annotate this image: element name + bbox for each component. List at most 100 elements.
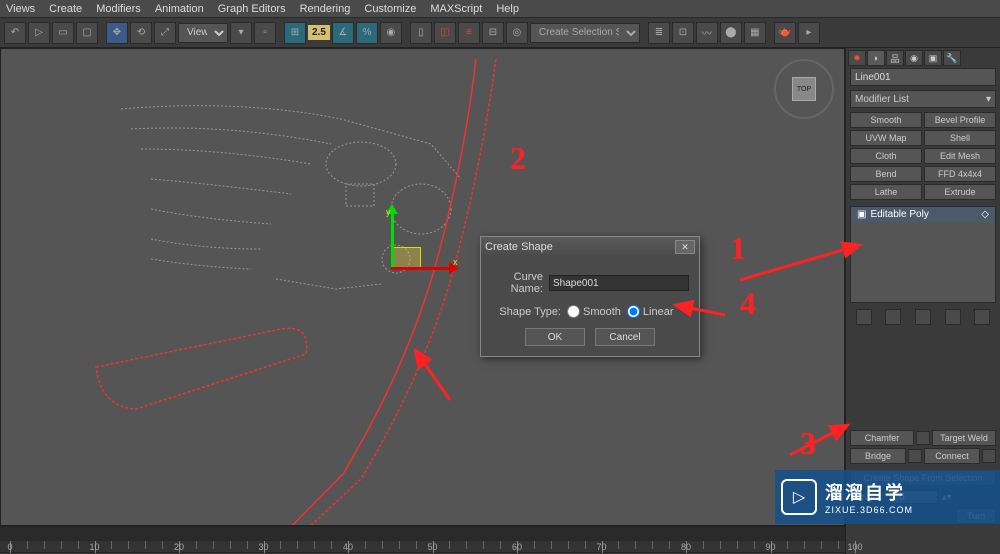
- make-unique-icon[interactable]: [915, 309, 931, 325]
- menu-customize[interactable]: Customize: [364, 3, 416, 15]
- curve-editor-icon[interactable]: 〰: [696, 22, 718, 44]
- material-editor-icon[interactable]: ⬤: [720, 22, 742, 44]
- angle-snap-icon[interactable]: ∡: [332, 22, 354, 44]
- pivot-icon[interactable]: ▾: [230, 22, 252, 44]
- mod-edit-mesh-button[interactable]: Edit Mesh: [924, 148, 996, 164]
- modify-tab-icon[interactable]: ◗: [867, 50, 885, 66]
- chamfer-button[interactable]: Chamfer: [850, 430, 914, 446]
- curve-name-label: Curve Name:: [491, 271, 543, 295]
- watermark-title: 溜溜自学: [825, 479, 913, 505]
- snapshot-icon[interactable]: ◎: [506, 22, 528, 44]
- show-end-result-icon[interactable]: [885, 309, 901, 325]
- select-icon[interactable]: ▷: [28, 22, 50, 44]
- move-icon[interactable]: ✥: [106, 22, 128, 44]
- menu-help[interactable]: Help: [496, 3, 519, 15]
- tick-label: 80: [681, 542, 691, 552]
- align-icon[interactable]: ≡: [458, 22, 480, 44]
- menu-graph-editors[interactable]: Graph Editors: [218, 3, 286, 15]
- viewcube[interactable]: TOP: [774, 59, 834, 119]
- motion-tab-icon[interactable]: ◉: [905, 50, 923, 66]
- mod-extrude-button[interactable]: Extrude: [924, 184, 996, 200]
- layers-icon[interactable]: ≣: [648, 22, 670, 44]
- menu-modifiers[interactable]: Modifiers: [96, 3, 141, 15]
- scale-icon[interactable]: ⤢: [154, 22, 176, 44]
- menu-maxscript[interactable]: MAXScript: [430, 3, 482, 15]
- shape-type-label: Shape Type:: [491, 306, 561, 318]
- schematic-icon[interactable]: ⊡: [672, 22, 694, 44]
- bridge-settings-icon[interactable]: [908, 449, 922, 463]
- ok-button[interactable]: OK: [525, 328, 585, 346]
- rotate-icon[interactable]: ⟲: [130, 22, 152, 44]
- quick-render-icon[interactable]: ▸: [798, 22, 820, 44]
- selection-set-dropdown[interactable]: Create Selection Se: [530, 23, 640, 43]
- tick-label: 10: [89, 542, 99, 552]
- modifier-buttons: Smooth Bevel Profile UVW Map Shell Cloth…: [846, 110, 1000, 202]
- target-weld-button[interactable]: Target Weld: [932, 430, 996, 446]
- mod-cloth-button[interactable]: Cloth: [850, 148, 922, 164]
- configure-sets-icon[interactable]: [974, 309, 990, 325]
- undo-icon[interactable]: ↶: [4, 22, 26, 44]
- bridge-button[interactable]: Bridge: [850, 448, 906, 464]
- stack-editable-poly[interactable]: ▣ Editable Poly ◇: [851, 207, 995, 222]
- create-tab-icon[interactable]: ✸: [848, 50, 866, 66]
- percent-snap-icon[interactable]: %: [356, 22, 378, 44]
- snap-icon[interactable]: ⊞: [284, 22, 306, 44]
- utilities-tab-icon[interactable]: 🔧: [943, 50, 961, 66]
- watermark: ▷ 溜溜自学 ZIXUE.3D66.COM: [775, 470, 1000, 524]
- mod-bend-button[interactable]: Bend: [850, 166, 922, 182]
- mod-shell-button[interactable]: Shell: [924, 130, 996, 146]
- stack-toolbar: [846, 307, 1000, 327]
- stack-body[interactable]: [851, 222, 995, 302]
- mod-ffd-button[interactable]: FFD 4x4x4: [924, 166, 996, 182]
- linear-radio-label: Linear: [643, 306, 674, 318]
- coord-system-dropdown[interactable]: View: [178, 23, 228, 43]
- tick-label: 30: [258, 542, 268, 552]
- gizmo-y-axis[interactable]: [391, 209, 394, 269]
- mod-uvw-map-button[interactable]: UVW Map: [850, 130, 922, 146]
- remove-modifier-icon[interactable]: [945, 309, 961, 325]
- dialog-title: Create Shape: [485, 241, 553, 253]
- connect-settings-icon[interactable]: [982, 449, 996, 463]
- time-ruler[interactable]: 0102030405060708090100: [0, 541, 845, 553]
- gizmo-xy-plane[interactable]: [391, 247, 421, 269]
- window-icon[interactable]: ▢: [76, 22, 98, 44]
- named-sel-icon[interactable]: ▯: [410, 22, 432, 44]
- smooth-radio-label: Smooth: [583, 306, 621, 318]
- gizmo-x-axis[interactable]: [391, 267, 451, 270]
- region-icon[interactable]: ▭: [52, 22, 74, 44]
- menu-views[interactable]: Views: [6, 3, 35, 15]
- mirror-icon[interactable]: ◫: [434, 22, 456, 44]
- main-toolbar: ↶ ▷ ▭ ▢ ✥ ⟲ ⤢ View ▾ ▫ ⊞ 2.5 ∡ % ◉ ▯ ◫ ≡…: [0, 18, 1000, 48]
- mod-lathe-button[interactable]: Lathe: [850, 184, 922, 200]
- expand-icon[interactable]: ▣: [857, 209, 866, 220]
- menu-rendering[interactable]: Rendering: [300, 3, 351, 15]
- mod-bevel-profile-button[interactable]: Bevel Profile: [924, 112, 996, 128]
- tick-label: 100: [847, 542, 862, 552]
- mod-smooth-button[interactable]: Smooth: [850, 112, 922, 128]
- cancel-button[interactable]: Cancel: [595, 328, 655, 346]
- chamfer-settings-icon[interactable]: [916, 431, 930, 445]
- transform-gizmo[interactable]: y x: [371, 209, 421, 309]
- menu-animation[interactable]: Animation: [155, 3, 204, 15]
- pin-stack-icon[interactable]: [856, 309, 872, 325]
- viewport-top[interactable]: y x TOP: [1, 49, 844, 525]
- lightbulb-icon[interactable]: ◇: [981, 209, 989, 220]
- array-icon[interactable]: ⊟: [482, 22, 504, 44]
- render-icon[interactable]: 🫖: [774, 22, 796, 44]
- render-setup-icon[interactable]: ▦: [744, 22, 766, 44]
- close-icon[interactable]: ✕: [675, 240, 695, 254]
- object-name-field[interactable]: Line001: [850, 68, 996, 86]
- smooth-radio[interactable]: [567, 305, 580, 318]
- spinner-snap-icon[interactable]: ◉: [380, 22, 402, 44]
- menu-create[interactable]: Create: [49, 3, 82, 15]
- viewcube-top-face[interactable]: TOP: [792, 77, 816, 101]
- curve-name-input[interactable]: [549, 275, 689, 291]
- time-slider[interactable]: [0, 527, 845, 541]
- hierarchy-tab-icon[interactable]: 品: [886, 50, 904, 66]
- display-tab-icon[interactable]: ▣: [924, 50, 942, 66]
- modifier-list-dropdown[interactable]: Modifier List▾: [850, 90, 996, 108]
- connect-button[interactable]: Connect: [924, 448, 980, 464]
- dialog-titlebar[interactable]: Create Shape ✕: [481, 237, 699, 257]
- constraint-icon[interactable]: ▫: [254, 22, 276, 44]
- linear-radio[interactable]: [627, 305, 640, 318]
